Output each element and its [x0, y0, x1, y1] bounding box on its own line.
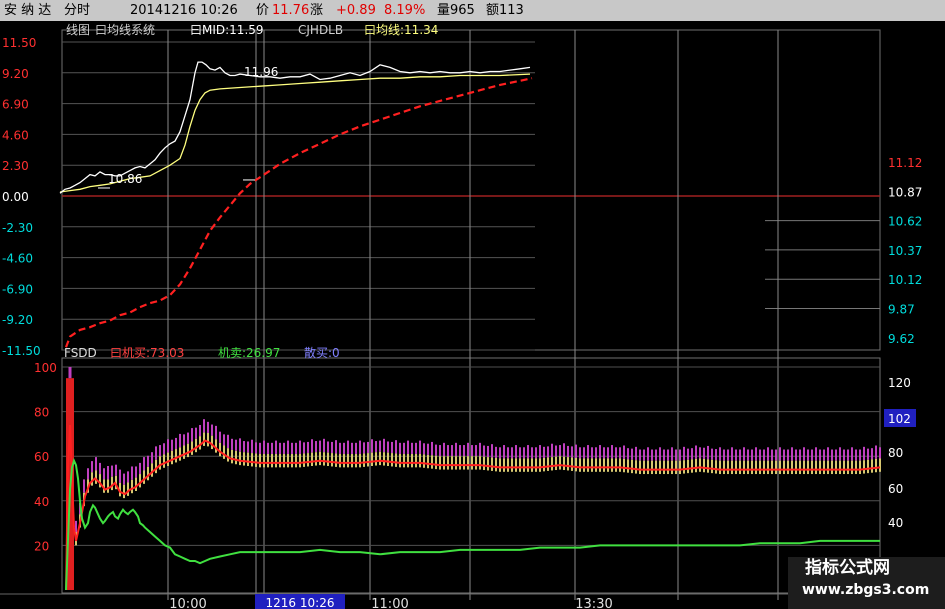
watermark-url: www.zbgs3.com	[802, 582, 930, 598]
y-left-tick: 11.50	[2, 36, 36, 50]
annotation-high: 11.96	[244, 65, 278, 79]
chart-canvas[interactable]: 11.50 9.20 6.90 4.60 2.30 0.00 -2.30 -4.60 -6.90…	[0, 0, 945, 609]
y-left-tick: -11.50	[2, 344, 41, 358]
y-right-tick: 10.12	[888, 273, 922, 287]
y-left-tick: 20	[34, 539, 49, 553]
y-right-tick: 9.62	[888, 332, 915, 346]
intraday-chart: 11.50 9.20 6.90 4.60 2.30 0.00 -2.30 -4.60 -6.90…	[0, 0, 945, 609]
mid-value: 曰MID:11.59	[190, 23, 264, 37]
cjhdlb-label: CJHDLB	[298, 23, 344, 37]
y-right-tick: 80	[888, 446, 903, 460]
y-left-tick: -2.30	[2, 221, 33, 235]
y-left-tick: 40	[34, 495, 49, 509]
change-percent: 8.19%	[384, 3, 426, 18]
y-right-tick: 10.37	[888, 244, 922, 258]
line-chart-label: 线图	[66, 23, 91, 37]
y-left-tick: 2.30	[2, 159, 29, 173]
time-tick: 11:00	[371, 597, 408, 609]
fsdd-label: FSDD	[64, 346, 97, 360]
y-left-tick: 0.00	[2, 190, 29, 204]
volume: 量965	[437, 3, 475, 18]
stock-name: 安 纳 达	[4, 3, 52, 18]
upper-panel-frame	[61, 29, 881, 351]
y-right-tick: 120	[888, 376, 911, 390]
price-change: +0.89	[336, 3, 376, 18]
ma-system-label: 曰均线系统	[95, 23, 156, 37]
y-left-tick: 80	[34, 406, 49, 420]
institution-sell-line	[65, 457, 880, 591]
current-price: 11.76	[272, 3, 310, 18]
time-cursor-label: 1216 10:26	[266, 596, 335, 609]
y-left-tick: 6.90	[2, 98, 29, 112]
time-tick: 13:30	[575, 597, 612, 609]
amount: 额113	[486, 3, 524, 18]
y-right-tick: 11.12	[888, 156, 922, 170]
time-tick: 10:00	[169, 597, 206, 609]
header-datetime: 20141216 10:26	[130, 3, 238, 18]
institution-buy: 曰机买:73.03	[110, 346, 185, 360]
fsdd-bars	[67, 419, 881, 546]
annotation-low: 10.86	[108, 172, 142, 186]
cjhdlb-line	[64, 77, 533, 348]
y-left-tick: 9.20	[2, 67, 29, 81]
retail-buy: 散买:0	[304, 346, 340, 360]
change-label: 涨	[310, 3, 324, 18]
y-right-tick: 10.62	[888, 215, 922, 229]
y-left-tick: -4.60	[2, 252, 33, 266]
y-right-tick: 60	[888, 482, 903, 496]
avg-line-value: 曰均线:11.34	[364, 23, 439, 37]
price-label: 价	[256, 3, 270, 18]
y-right-tick: 10.87	[888, 185, 922, 199]
y-left-tick: 100	[34, 361, 57, 375]
y-left-tick: -6.90	[2, 282, 33, 296]
y-left-tick: 4.60	[2, 128, 29, 142]
institution-sell: 机卖:26.97	[218, 346, 281, 360]
watermark-title: 指标公式网	[805, 558, 890, 578]
right-highlight-value: 102	[888, 412, 911, 426]
chart-mode: 分时	[64, 3, 91, 18]
y-right-tick: 9.87	[888, 303, 915, 317]
y-right-tick: 40	[888, 516, 903, 530]
y-left-tick: -9.20	[2, 313, 33, 327]
y-left-tick: 60	[34, 450, 49, 464]
